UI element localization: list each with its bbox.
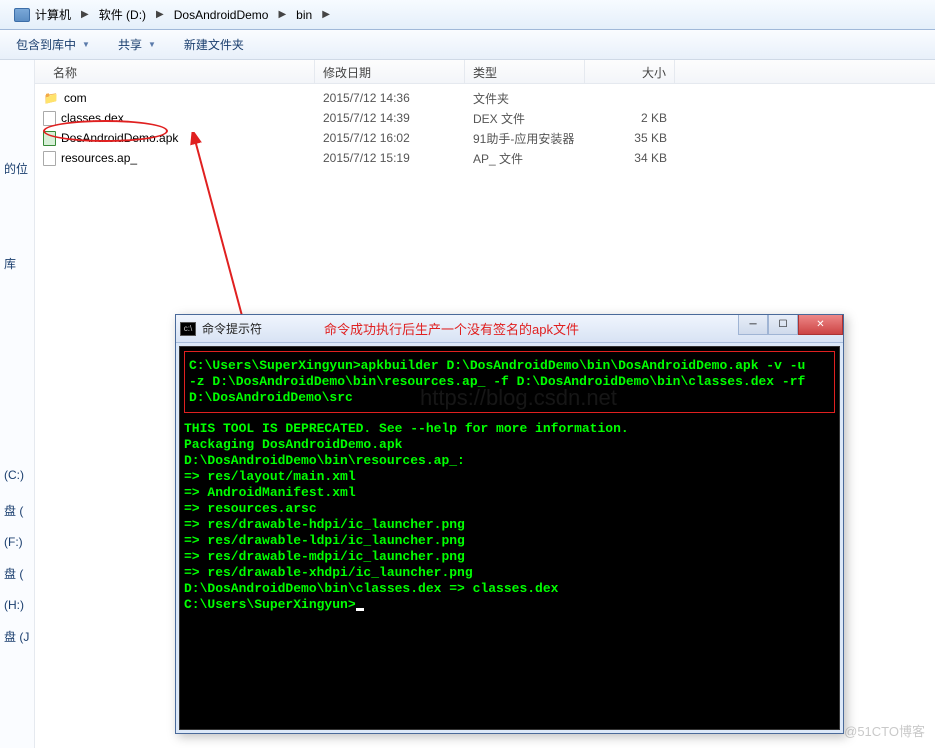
column-header-date[interactable]: 修改日期 (315, 60, 465, 83)
column-header-type[interactable]: 类型 (465, 60, 585, 83)
chevron-right-icon[interactable]: ▶ (320, 9, 332, 20)
chevron-down-icon: ▼ (148, 40, 156, 49)
maximize-button[interactable]: ☐ (768, 315, 798, 335)
apk-icon (43, 131, 56, 146)
cmd-output-line: C:\Users\SuperXingyun>apkbuilder D:\DosA… (189, 358, 830, 374)
cmd-window-title: 命令提示符 (202, 320, 262, 337)
cmd-icon: c:\ (180, 322, 196, 336)
chevron-right-icon[interactable]: ▶ (276, 9, 288, 20)
cmd-output-line: -z D:\DosAndroidDemo\bin\resources.ap_ -… (189, 374, 830, 390)
sidebar-item[interactable]: 盘 (J (0, 620, 34, 653)
file-row-apk[interactable]: DosAndroidDemo.apk 2015/7/12 16:02 91助手-… (35, 128, 935, 148)
close-button[interactable]: ✕ (798, 315, 843, 335)
annotation-red-box: C:\Users\SuperXingyun>apkbuilder D:\DosA… (184, 351, 835, 413)
file-icon (43, 151, 56, 166)
cmd-output-line: D:\DosAndroidDemo\bin\resources.ap_: (184, 453, 835, 469)
command-prompt-window: c:\ 命令提示符 命令成功执行后生产一个没有签名的apk文件 ─ ☐ ✕ C:… (175, 314, 844, 734)
breadcrumb-drive[interactable]: 软件 (D:) (91, 4, 154, 25)
window-controls: ─ ☐ ✕ (738, 315, 843, 335)
cmd-prompt-line: C:\Users\SuperXingyun> (184, 597, 835, 613)
share-button[interactable]: 共享▼ (112, 33, 162, 56)
cmd-output-line: D:\DosAndroidDemo\src (189, 390, 830, 406)
chevron-right-icon[interactable]: ▶ (79, 9, 91, 20)
new-folder-button[interactable]: 新建文件夹 (178, 33, 250, 56)
breadcrumb-folder[interactable]: DosAndroidDemo (166, 6, 277, 24)
include-in-library-button[interactable]: 包含到库中▼ (10, 33, 96, 56)
sidebar-item[interactable]: (F:) (0, 527, 34, 557)
cmd-output-line: THIS TOOL IS DEPRECATED. See --help for … (184, 421, 835, 437)
toolbar: 包含到库中▼ 共享▼ 新建文件夹 (0, 30, 935, 60)
cmd-output-line: D:\DosAndroidDemo\bin\classes.dex => cla… (184, 581, 835, 597)
cmd-output-line: => res/drawable-mdpi/ic_launcher.png (184, 549, 835, 565)
annotation-text: 命令成功执行后生产一个没有签名的apk文件 (324, 319, 579, 338)
sidebar-item[interactable]: 的位 (0, 152, 34, 185)
minimize-button[interactable]: ─ (738, 315, 768, 335)
sidebar-item[interactable]: 盘 ( (0, 494, 34, 527)
breadcrumb-folder[interactable]: bin (288, 6, 320, 24)
cmd-output-line: => res/layout/main.xml (184, 469, 835, 485)
cmd-output-line: => AndroidManifest.xml (184, 485, 835, 501)
file-row-dex[interactable]: classes.dex 2015/7/12 14:39 DEX 文件 2 KB (35, 108, 935, 128)
cmd-output-line: => res/drawable-ldpi/ic_launcher.png (184, 533, 835, 549)
chevron-down-icon: ▼ (82, 40, 90, 49)
sidebar-item[interactable]: 盘 ( (0, 557, 34, 590)
sidebar: 的位 库 (C:) 盘 ( (F:) 盘 ( (H:) 盘 (J (0, 60, 35, 748)
column-header-size[interactable]: 大小 (585, 60, 675, 83)
cmd-output-line: => resources.arsc (184, 501, 835, 517)
file-row-ap[interactable]: resources.ap_ 2015/7/12 15:19 AP_ 文件 34 … (35, 148, 935, 168)
cmd-output-line: => res/drawable-hdpi/ic_launcher.png (184, 517, 835, 533)
cmd-titlebar[interactable]: c:\ 命令提示符 命令成功执行后生产一个没有签名的apk文件 ─ ☐ ✕ (176, 315, 843, 343)
sidebar-item[interactable]: 库 (0, 247, 34, 280)
chevron-right-icon[interactable]: ▶ (154, 9, 166, 20)
column-header-name[interactable]: 名称 (35, 60, 315, 83)
folder-icon: 📁 (43, 90, 59, 106)
cmd-output-line: Packaging DosAndroidDemo.apk (184, 437, 835, 453)
cursor-icon (356, 608, 364, 611)
file-row-folder[interactable]: 📁com 2015/7/12 14:36 文件夹 (35, 88, 935, 108)
file-list-header: 名称 修改日期 类型 大小 (35, 60, 935, 84)
breadcrumb-label: 计算机 (35, 6, 71, 23)
cmd-output-line: => res/drawable-xhdpi/ic_launcher.png (184, 565, 835, 581)
sidebar-item[interactable]: (H:) (0, 590, 34, 620)
computer-icon (14, 8, 30, 22)
breadcrumb-bar: 计算机 ▶ 软件 (D:) ▶ DosAndroidDemo ▶ bin ▶ (0, 0, 935, 30)
cmd-body[interactable]: C:\Users\SuperXingyun>apkbuilder D:\DosA… (179, 346, 840, 730)
file-icon (43, 111, 56, 126)
sidebar-item[interactable]: (C:) (0, 460, 34, 490)
breadcrumb-computer[interactable]: 计算机 (6, 4, 79, 25)
